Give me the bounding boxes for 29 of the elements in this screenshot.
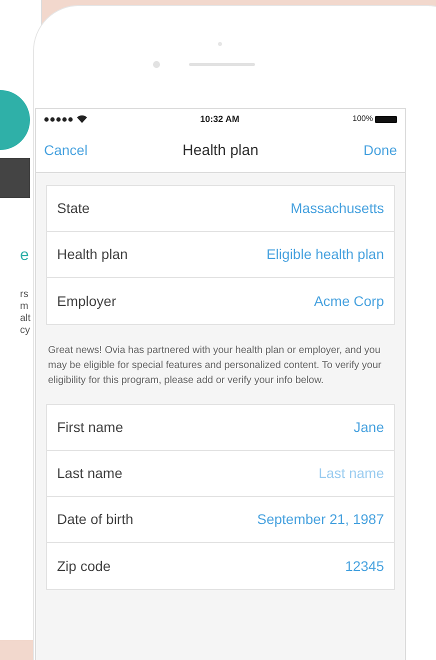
heading-fragment: e bbox=[20, 248, 30, 264]
cancel-button[interactable]: Cancel bbox=[44, 140, 88, 162]
text-fragment: cy bbox=[20, 325, 31, 337]
input-field[interactable]: Last name bbox=[184, 463, 384, 484]
eligibility-notice: Great news! Ovia has partnered with your health plan or employer, and you may be eligible for special features and personalized content. To verify your eligibility for this program, please add or verify your info below. bbox=[48, 344, 382, 388]
input-field[interactable]: Jane bbox=[184, 417, 384, 438]
row-label: Zip code bbox=[57, 556, 111, 576]
nav-title: Health plan bbox=[182, 140, 258, 161]
input-field[interactable]: September 21, 1987 bbox=[184, 509, 384, 530]
row-value[interactable]: Acme Corp bbox=[314, 290, 384, 312]
done-button[interactable]: Done bbox=[364, 140, 397, 162]
row-value[interactable]: Eligible health plan bbox=[266, 244, 384, 266]
row-label: Health plan bbox=[57, 245, 128, 264]
row-label: Date of birth bbox=[57, 510, 134, 530]
status-time: 10:32 AM bbox=[200, 112, 240, 126]
row-label: State bbox=[57, 199, 90, 218]
row-value[interactable]: Massachusetts bbox=[290, 198, 384, 220]
row-label: First name bbox=[57, 418, 124, 438]
row-label: Employer bbox=[57, 292, 116, 311]
input-field[interactable]: 12345 bbox=[184, 556, 384, 577]
signal-icon bbox=[44, 116, 74, 122]
row-label: Last name bbox=[57, 464, 122, 484]
text-fragment: alt bbox=[20, 313, 32, 325]
battery-percent: 100% bbox=[352, 113, 373, 126]
camera-icon bbox=[153, 61, 160, 68]
text-fragment: m bbox=[20, 301, 30, 313]
wifi-icon bbox=[77, 115, 87, 124]
battery-icon bbox=[375, 116, 397, 123]
text-fragment: rs bbox=[20, 289, 30, 301]
